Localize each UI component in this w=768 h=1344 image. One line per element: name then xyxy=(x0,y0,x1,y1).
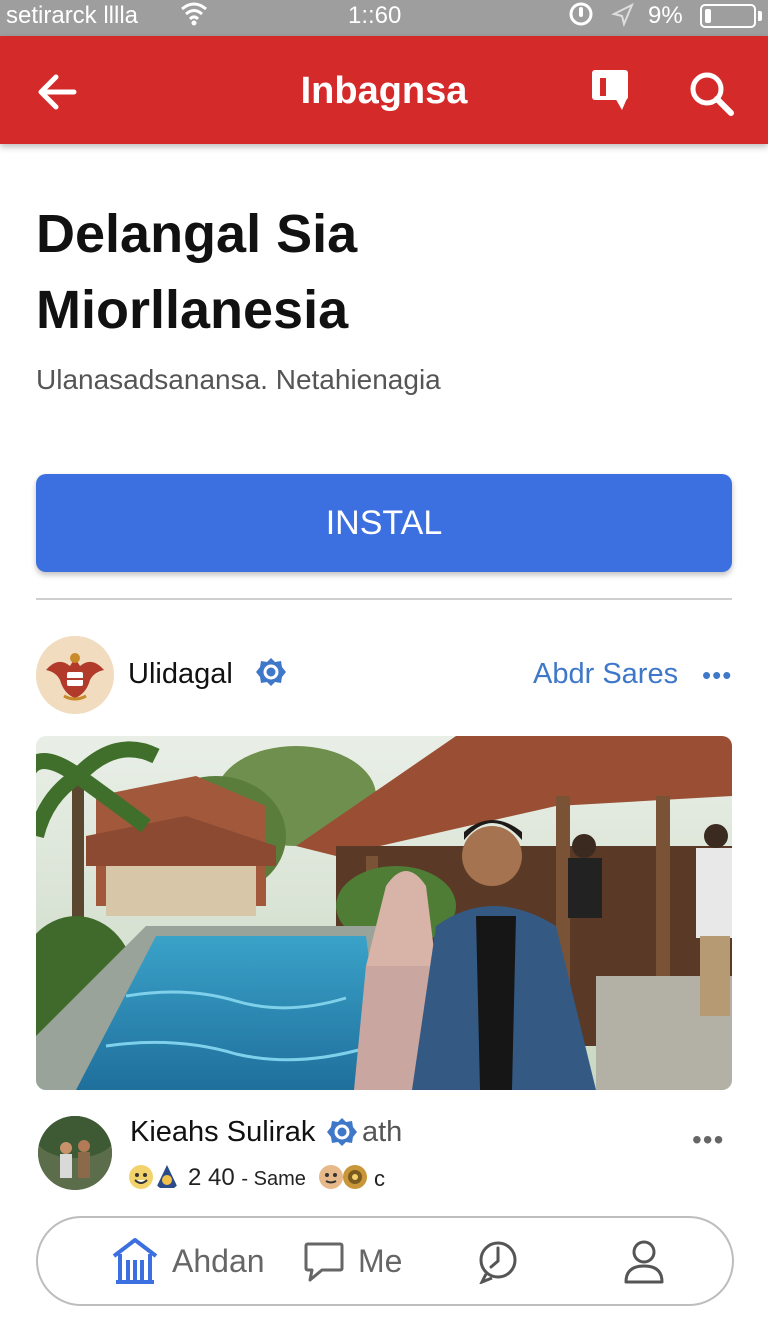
install-button[interactable]: INSTAL xyxy=(36,474,732,572)
battery-percent: 9% xyxy=(648,2,683,29)
laugh-reaction-icon xyxy=(129,1165,153,1189)
alarm-icon xyxy=(569,2,593,26)
battery-nub xyxy=(758,11,762,21)
reaction-count: 2 40 - Same xyxy=(188,1164,306,1192)
status-bar: setirarck lllla 1::60 9% xyxy=(0,0,768,36)
divider xyxy=(36,598,732,600)
face-reaction-icon xyxy=(319,1165,343,1189)
clock-time: 1::60 xyxy=(348,2,402,29)
pool-photo-icon xyxy=(36,736,732,1090)
badge-reaction-icon xyxy=(156,1165,178,1188)
app-subtitle: Ulanasadsanansa. Netahienagia xyxy=(36,364,441,395)
chat-icon[interactable] xyxy=(588,66,636,116)
reaction-tail: c xyxy=(374,1166,385,1191)
reaction-count-label: - Same xyxy=(241,1168,306,1190)
follow-link[interactable]: Abdr Sares xyxy=(533,658,678,691)
nav-item-messages[interactable]: Me xyxy=(302,1218,402,1304)
wifi-icon xyxy=(181,2,207,26)
search-icon[interactable] xyxy=(686,68,736,118)
nav-item-profile[interactable] xyxy=(622,1218,666,1304)
comment-more-icon[interactable]: ••• xyxy=(692,1124,724,1156)
nav-item-history[interactable] xyxy=(476,1218,520,1304)
app-title-line-1: Delangal Sia xyxy=(36,204,358,264)
clock-icon xyxy=(479,1241,517,1284)
carrier-label: setirarck lllla xyxy=(6,2,139,29)
battery-icon xyxy=(700,4,756,28)
page-more-icon[interactable]: ••• xyxy=(702,660,732,691)
app-title: Delangal Sia Miorllanesia xyxy=(36,196,736,348)
user-verified-badge-icon xyxy=(327,1118,357,1146)
app-title-line-2: Miorllanesia xyxy=(36,280,349,340)
reaction-count-number: 2 40 xyxy=(188,1164,235,1191)
page-name[interactable]: Ulidagal xyxy=(128,658,233,691)
user-name[interactable]: Kieahs Sulirak xyxy=(130,1116,315,1149)
profile-icon xyxy=(624,1240,664,1284)
app-bar-title: Inbagnsa xyxy=(300,70,468,112)
medal-reaction-icon xyxy=(343,1165,367,1189)
verified-badge-icon xyxy=(256,658,286,686)
post-image[interactable] xyxy=(36,736,732,1090)
garuda-emblem-icon xyxy=(36,636,114,714)
user-avatar[interactable] xyxy=(38,1116,112,1190)
app-bar: Inbagnsa xyxy=(0,36,768,144)
bottom-nav: Ahdan Me xyxy=(36,1216,734,1306)
chat-bubble-icon xyxy=(304,1242,344,1282)
user-photo-icon xyxy=(38,1116,112,1190)
nav-label-home: Ahdan xyxy=(172,1242,265,1279)
home-icon xyxy=(112,1238,158,1284)
nav-label-messages: Me xyxy=(358,1242,403,1279)
page-avatar[interactable] xyxy=(36,636,114,714)
user-name-suffix: ath xyxy=(362,1116,403,1148)
battery-fill xyxy=(705,9,711,23)
nav-item-home[interactable]: Ahdan xyxy=(110,1218,265,1304)
location-icon xyxy=(611,2,634,28)
